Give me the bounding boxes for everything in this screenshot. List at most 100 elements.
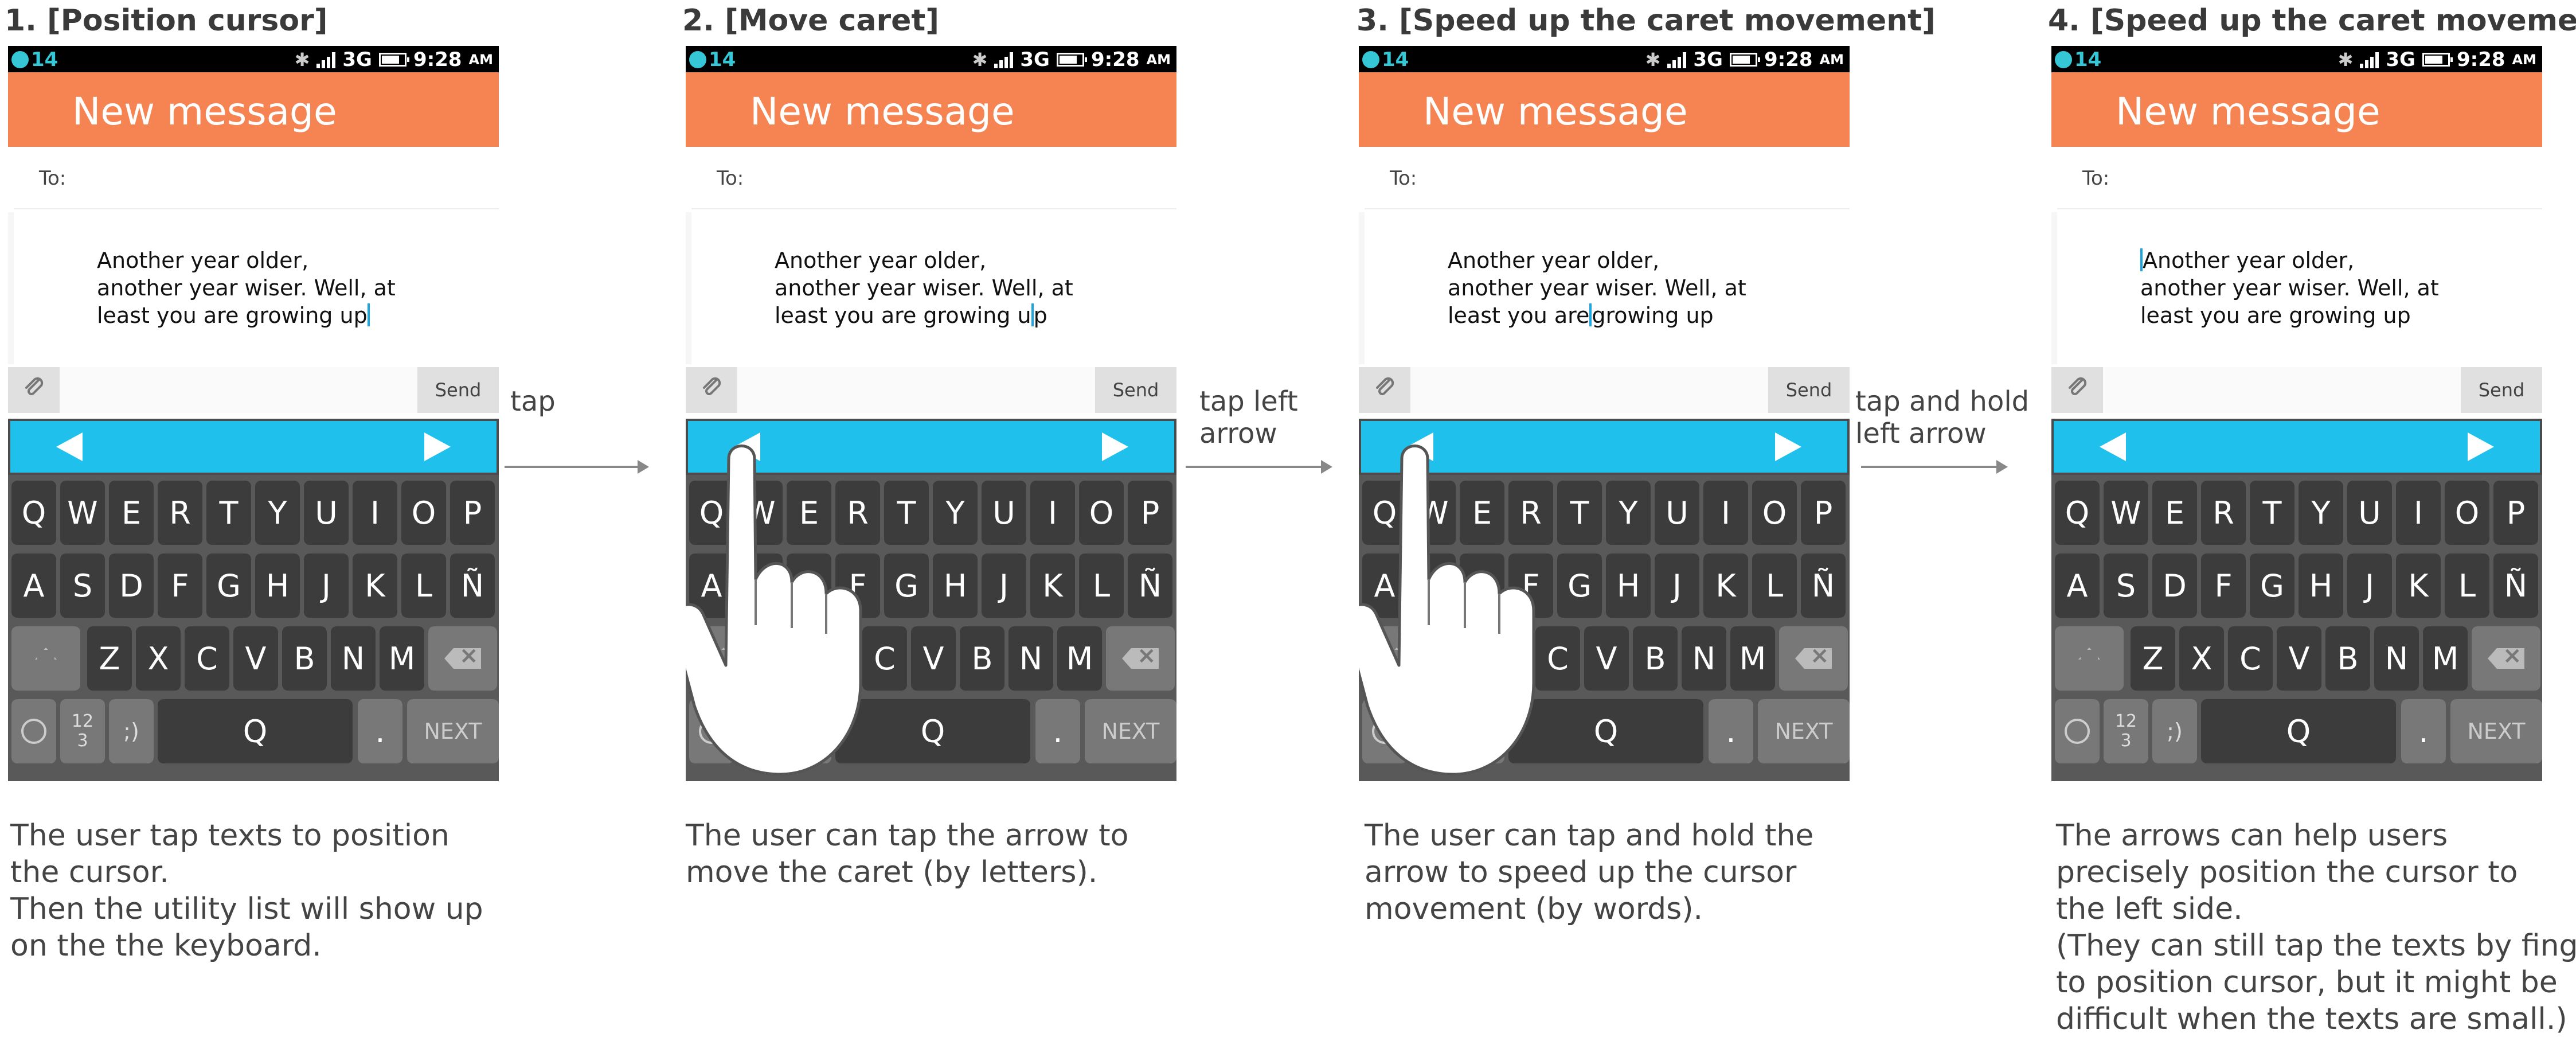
emoji-key[interactable]: ;) bbox=[109, 699, 154, 763]
emoji-key[interactable]: ;) bbox=[1460, 699, 1504, 763]
key[interactable]: V bbox=[1584, 626, 1629, 691]
key[interactable]: T bbox=[2250, 481, 2294, 545]
key[interactable]: C bbox=[185, 626, 229, 691]
key[interactable]: G bbox=[884, 553, 929, 618]
key[interactable]: E bbox=[2152, 481, 2197, 545]
key[interactable]: M bbox=[1057, 626, 1102, 691]
key[interactable]: M bbox=[380, 626, 424, 691]
globe-key[interactable] bbox=[11, 699, 56, 763]
left-arrow-icon[interactable] bbox=[2100, 432, 2126, 461]
key[interactable]: U bbox=[2347, 481, 2392, 545]
key[interactable]: I bbox=[1703, 481, 1748, 545]
key[interactable]: P bbox=[1801, 481, 1846, 545]
numbers-key[interactable]: 12 3 bbox=[60, 699, 105, 763]
message-input[interactable]: Another year older, another year wiser. … bbox=[2057, 212, 2542, 367]
key[interactable]: V bbox=[911, 626, 956, 691]
period-key[interactable]: . bbox=[358, 699, 402, 763]
key[interactable]: I bbox=[353, 481, 397, 545]
key[interactable]: U bbox=[304, 481, 349, 545]
key[interactable]: J bbox=[2347, 553, 2392, 618]
recipient-field[interactable]: To: bbox=[14, 152, 499, 209]
key[interactable]: B bbox=[1633, 626, 1678, 691]
key[interactable]: S bbox=[1411, 553, 1456, 618]
backspace-key[interactable] bbox=[1779, 626, 1848, 691]
message-input[interactable]: Another year older, another year wiser. … bbox=[14, 212, 499, 367]
key[interactable]: L bbox=[2445, 553, 2489, 618]
key[interactable]: K bbox=[1703, 553, 1748, 618]
recipient-field[interactable]: To: bbox=[691, 152, 1176, 209]
key[interactable]: V bbox=[2277, 626, 2321, 691]
key[interactable]: E bbox=[1460, 481, 1504, 545]
globe-key[interactable] bbox=[1362, 699, 1407, 763]
key[interactable]: Q bbox=[1362, 481, 1407, 545]
key[interactable]: T bbox=[884, 481, 929, 545]
key[interactable]: A bbox=[11, 553, 56, 618]
key[interactable]: F bbox=[1508, 553, 1553, 618]
recipient-field[interactable]: To: bbox=[2057, 152, 2542, 209]
key[interactable]: Z bbox=[87, 626, 132, 691]
key[interactable]: W bbox=[1411, 481, 1456, 545]
key[interactable]: X bbox=[814, 626, 858, 691]
key[interactable]: G bbox=[2250, 553, 2294, 618]
key[interactable]: Q bbox=[2055, 481, 2100, 545]
attach-button[interactable] bbox=[686, 367, 737, 413]
key[interactable]: O bbox=[1079, 481, 1124, 545]
shift-key[interactable] bbox=[689, 626, 758, 691]
key[interactable]: R bbox=[2201, 481, 2246, 545]
key[interactable]: J bbox=[1655, 553, 1699, 618]
key[interactable]: A bbox=[2055, 553, 2100, 618]
key[interactable]: Ñ bbox=[450, 553, 495, 618]
key[interactable]: C bbox=[862, 626, 907, 691]
key[interactable]: P bbox=[450, 481, 495, 545]
key[interactable]: Ñ bbox=[1128, 553, 1172, 618]
key[interactable]: N bbox=[1682, 626, 1726, 691]
next-key[interactable]: NEXT bbox=[1758, 699, 1850, 763]
key[interactable]: F bbox=[158, 553, 202, 618]
key[interactable]: B bbox=[282, 626, 327, 691]
key[interactable]: D bbox=[2152, 553, 2197, 618]
key[interactable]: N bbox=[331, 626, 376, 691]
shift-key[interactable] bbox=[2055, 626, 2124, 691]
key[interactable]: S bbox=[738, 553, 783, 618]
right-arrow-icon[interactable] bbox=[1775, 432, 1801, 461]
left-arrow-icon[interactable] bbox=[1407, 432, 1433, 461]
attach-button[interactable] bbox=[8, 367, 60, 413]
key[interactable]: R bbox=[158, 481, 202, 545]
key[interactable]: F bbox=[835, 553, 880, 618]
next-key[interactable]: NEXT bbox=[2450, 699, 2542, 763]
key[interactable]: U bbox=[982, 481, 1026, 545]
key[interactable]: G bbox=[206, 553, 251, 618]
key[interactable]: Ñ bbox=[1801, 553, 1846, 618]
key[interactable]: D bbox=[109, 553, 154, 618]
key[interactable]: Q bbox=[689, 481, 734, 545]
numbers-key[interactable]: 12 3 bbox=[738, 699, 783, 763]
send-button[interactable]: Send bbox=[1095, 367, 1176, 413]
key[interactable]: O bbox=[1752, 481, 1797, 545]
emoji-key[interactable]: ;) bbox=[787, 699, 831, 763]
backspace-key[interactable] bbox=[2472, 626, 2540, 691]
shift-key[interactable] bbox=[11, 626, 80, 691]
key[interactable]: B bbox=[2325, 626, 2370, 691]
globe-key[interactable] bbox=[2055, 699, 2100, 763]
key[interactable]: H bbox=[1606, 553, 1651, 618]
key[interactable]: M bbox=[2423, 626, 2468, 691]
key[interactable]: D bbox=[787, 553, 831, 618]
key[interactable]: H bbox=[933, 553, 978, 618]
key[interactable]: B bbox=[960, 626, 1004, 691]
attach-button[interactable] bbox=[1359, 367, 1410, 413]
key[interactable]: Ñ bbox=[2493, 553, 2538, 618]
key[interactable]: V bbox=[233, 626, 278, 691]
key[interactable]: L bbox=[401, 553, 446, 618]
key[interactable]: L bbox=[1752, 553, 1797, 618]
key[interactable]: G bbox=[1557, 553, 1602, 618]
key[interactable]: T bbox=[206, 481, 251, 545]
space-key[interactable]: Q bbox=[835, 699, 1030, 763]
emoji-key[interactable]: ;) bbox=[2152, 699, 2197, 763]
key[interactable]: O bbox=[401, 481, 446, 545]
key[interactable]: I bbox=[1030, 481, 1075, 545]
left-arrow-icon[interactable] bbox=[56, 432, 83, 461]
key[interactable]: Z bbox=[2131, 626, 2175, 691]
key[interactable]: C bbox=[1535, 626, 1580, 691]
space-key[interactable]: Q bbox=[2201, 699, 2396, 763]
key[interactable]: C bbox=[2228, 626, 2273, 691]
